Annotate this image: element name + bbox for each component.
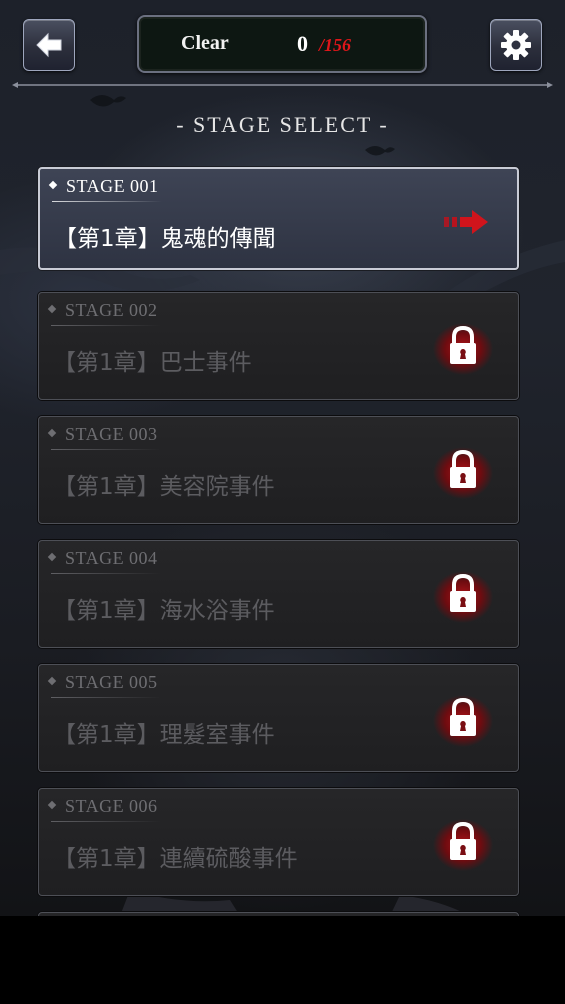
stage-number: STAGE 004 [65,548,158,568]
stage-title: 【第1章】理髮室事件 [53,722,275,748]
stage-title: 【第1章】巴士事件 [53,350,252,376]
bottom-letterbox [0,916,565,1004]
stage-card-006[interactable]: STAGE 006 【第1章】連續硫酸事件 [38,788,519,896]
clear-total: /156 [319,35,352,55]
stage-number: STAGE 005 [65,672,158,692]
padlock-icon [433,571,493,623]
padlock-icon [433,695,493,747]
stage-number: STAGE 006 [65,796,158,816]
stage-number: STAGE 002 [65,300,158,320]
back-button[interactable] [23,19,75,71]
clear-counter-panel: Clear 0 /156 [137,15,427,73]
diamond-bullet-icon [47,304,57,314]
diamond-bullet-icon [47,428,57,438]
gear-icon [501,30,531,60]
diamond-bullet-icon [47,800,57,810]
padlock-icon [433,819,493,871]
stage-number-underline [51,449,161,450]
stage-title: 【第1章】連續硫酸事件 [53,846,298,872]
stage-title: 【第1章】鬼魂的傳聞 [54,226,276,252]
page-title: - STAGE SELECT - [176,112,389,137]
stage-card-004[interactable]: STAGE 004 【第1章】海水浴事件 [38,540,519,648]
stage-title: 【第1章】海水浴事件 [53,598,275,624]
stage-number-underline [51,697,161,698]
stage-card-002[interactable]: STAGE 002 【第1章】巴士事件 [38,292,519,400]
stage-title: 【第1章】美容院事件 [53,474,275,500]
stage-number-underline [51,325,161,326]
stage-number: STAGE 001 [66,176,159,196]
stage-number-underline [51,821,161,822]
stage-card-003[interactable]: STAGE 003 【第1章】美容院事件 [38,416,519,524]
header-divider [12,82,553,88]
clear-label: Clear [181,32,229,54]
arrow-left-icon [36,32,62,58]
double-arrow-right-icon [444,210,488,234]
padlock-icon [433,323,493,375]
diamond-bullet-icon [47,552,57,562]
padlock-icon [433,447,493,499]
clear-count: 0 [297,31,308,56]
diamond-bullet-icon [48,180,58,190]
stage-select-screen: Clear 0 /156 - STAGE SELECT - STAGE 001 … [0,0,565,916]
stage-number-underline [52,201,162,202]
diamond-bullet-icon [47,676,57,686]
stage-card-001[interactable]: STAGE 001 【第1章】鬼魂的傳聞 [38,167,519,270]
settings-button[interactable] [490,19,542,71]
stage-number: STAGE 003 [65,424,158,444]
stage-card-005[interactable]: STAGE 005 【第1章】理髮室事件 [38,664,519,772]
stage-number-underline [51,573,161,574]
